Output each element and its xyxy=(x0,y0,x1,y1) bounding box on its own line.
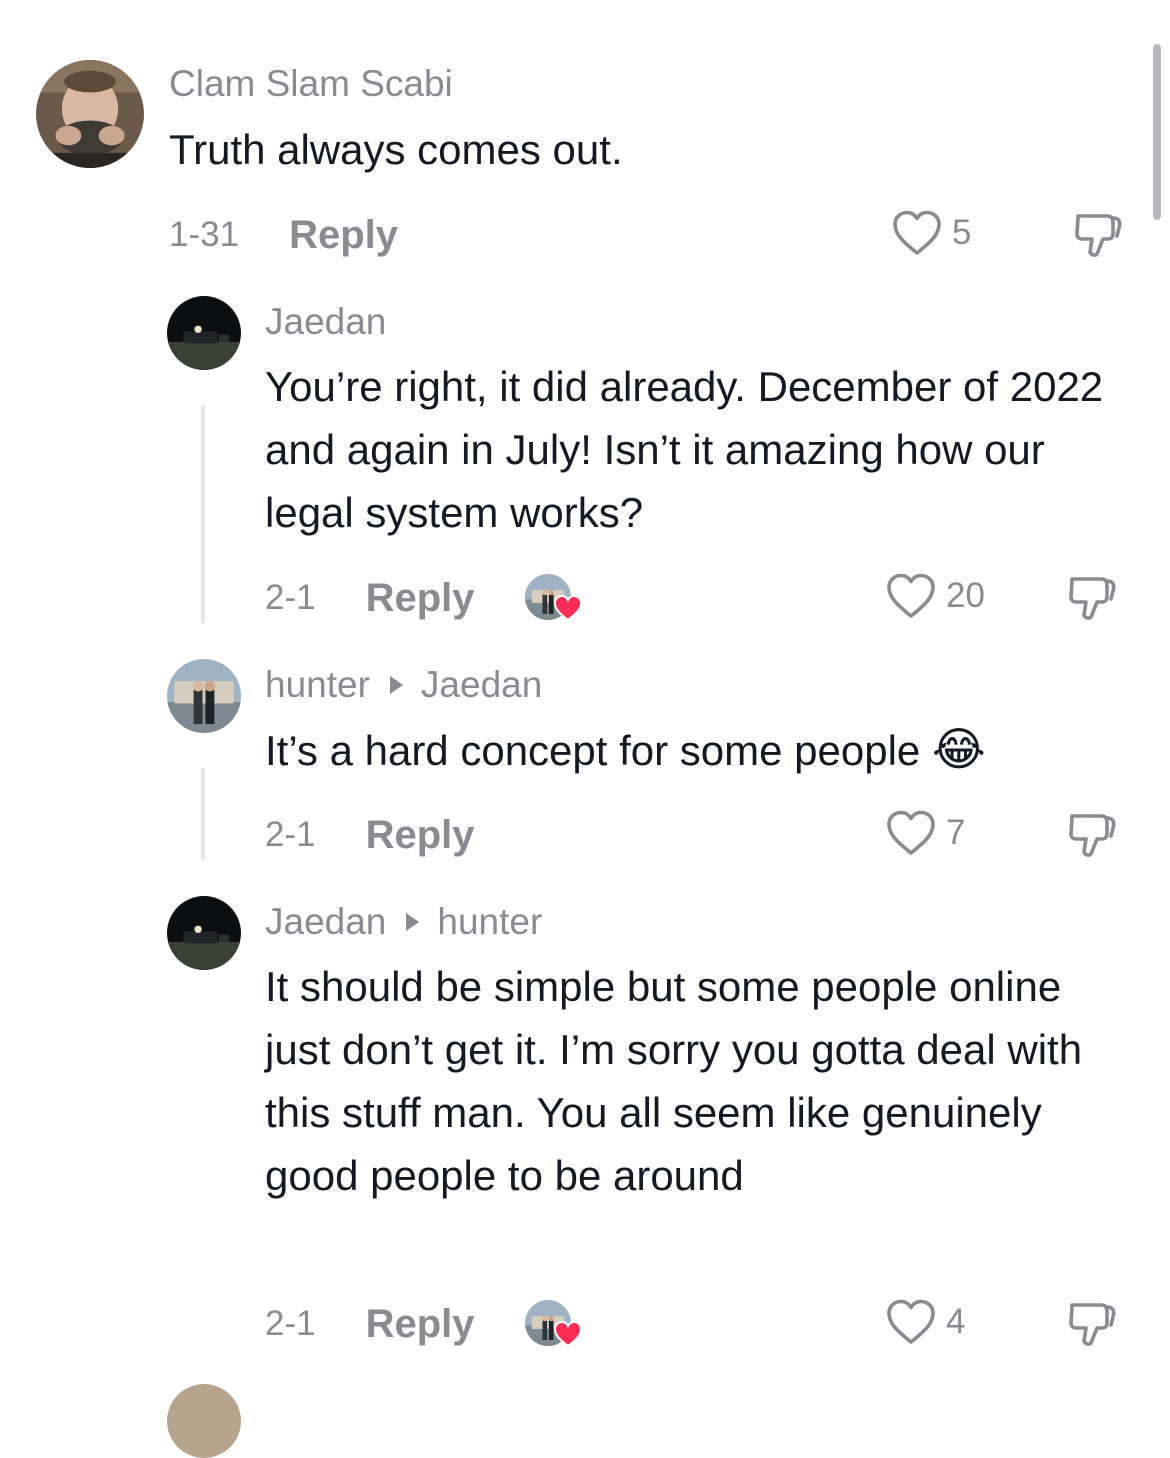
thumbs-down-icon xyxy=(1075,214,1122,257)
like-button[interactable]: 4 xyxy=(886,1299,965,1345)
reply-button[interactable]: Reply xyxy=(366,813,475,858)
like-button[interactable]: 7 xyxy=(886,810,965,856)
avatar[interactable] xyxy=(167,659,241,733)
creator-liked-badge xyxy=(524,1300,582,1348)
thumbs-down-icon xyxy=(1069,814,1116,857)
like-count: 5 xyxy=(952,213,972,252)
creator-liked-icon xyxy=(553,594,582,622)
creator-liked-badge xyxy=(524,574,582,622)
dislike-button[interactable] xyxy=(1067,1299,1117,1349)
triangle-right-icon xyxy=(406,913,420,931)
avatar[interactable] xyxy=(36,60,144,168)
comment-text-body: It’s a hard concept for some people xyxy=(265,727,921,774)
like-button[interactable]: 20 xyxy=(886,573,985,619)
comment-date: 1-31 xyxy=(169,215,240,254)
avatar[interactable] xyxy=(167,1384,241,1458)
heart-outline-icon xyxy=(893,210,941,255)
heart-outline-icon xyxy=(887,573,935,618)
reply-to-username[interactable]: hunter xyxy=(437,901,542,943)
comment-text: You’re right, it did already. December o… xyxy=(265,363,1104,536)
like-count: 7 xyxy=(946,813,966,852)
creator-liked-icon xyxy=(553,1320,582,1348)
username-text[interactable]: Jaedan xyxy=(265,901,386,943)
heart-outline-icon xyxy=(887,1299,935,1344)
username-text[interactable]: hunter xyxy=(265,664,370,706)
username-text[interactable]: Jaedan xyxy=(265,301,386,343)
dislike-button[interactable] xyxy=(1067,573,1117,623)
comment-text: It should be simple but some people onli… xyxy=(265,963,1083,1199)
comment-date: 2-1 xyxy=(265,578,316,617)
comment-text: It’s a hard concept for some people 😂 xyxy=(265,718,1145,782)
comment-text: Truth always comes out. xyxy=(169,126,623,173)
like-button[interactable]: 5 xyxy=(892,210,971,256)
comment-date: 2-1 xyxy=(265,1304,316,1343)
reply-button[interactable]: Reply xyxy=(366,576,475,621)
heart-outline-icon xyxy=(887,810,935,855)
laughing-emoji-icon: 😂 xyxy=(931,723,986,775)
thread-line xyxy=(201,768,205,860)
like-count: 20 xyxy=(946,576,985,615)
thumbs-down-icon xyxy=(1069,577,1116,620)
comment-date: 2-1 xyxy=(265,815,316,854)
username-text[interactable]: Clam Slam Scabi xyxy=(169,63,453,105)
comment-username[interactable]: hunter Jaedan xyxy=(265,664,542,706)
scrollbar[interactable] xyxy=(1153,44,1161,220)
comment-meta: 2-1 Reply xyxy=(265,810,475,860)
reply-to-username[interactable]: Jaedan xyxy=(421,664,542,706)
comment-meta: 2-1 Reply xyxy=(265,1299,582,1349)
dislike-button[interactable] xyxy=(1073,210,1123,260)
reply-button[interactable]: Reply xyxy=(366,1302,475,1347)
avatar[interactable] xyxy=(167,896,241,970)
triangle-right-icon xyxy=(389,676,403,694)
dislike-button[interactable] xyxy=(1067,810,1117,860)
comment-meta: 1-31 Reply xyxy=(169,210,398,260)
reply-button[interactable]: Reply xyxy=(289,213,398,258)
thumbs-down-icon xyxy=(1069,1303,1116,1346)
comment-username[interactable]: Clam Slam Scabi xyxy=(169,63,453,105)
comment-meta: 2-1 Reply xyxy=(265,573,582,623)
thread-line xyxy=(201,405,205,623)
like-count: 4 xyxy=(946,1302,966,1341)
comment-username[interactable]: Jaedan xyxy=(265,301,386,343)
avatar[interactable] xyxy=(167,296,241,370)
comment-username[interactable]: Jaedan hunter xyxy=(265,901,542,943)
